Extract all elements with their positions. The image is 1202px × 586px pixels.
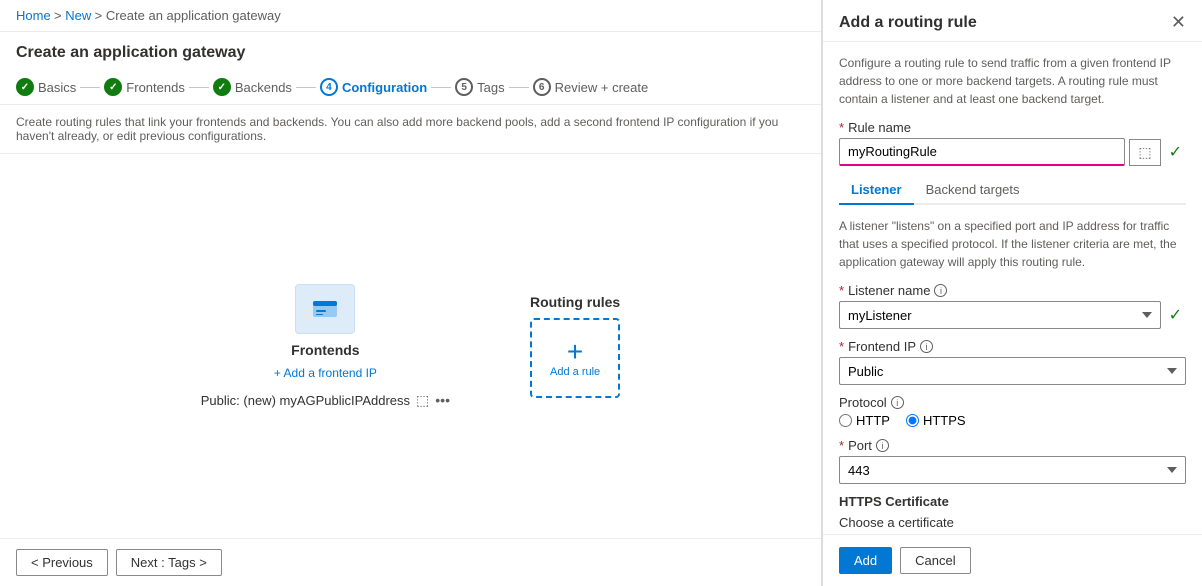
frontend-ip-row: * Frontend IP i Public — [839, 339, 1186, 385]
frontend-item: Public: (new) myAGPublicIPAddress ⬚ ••• — [201, 392, 450, 409]
port-label: Port — [848, 438, 872, 453]
https-cert-title: HTTPS Certificate — [839, 494, 1186, 509]
listener-name-label: Listener name — [848, 283, 930, 298]
steps-bar: ✓ Basics ✓ Frontends ✓ Backends 4 Config… — [0, 70, 821, 105]
protocol-label: Protocol — [839, 395, 887, 410]
listener-name-row: * Listener name i myListener ✓ — [839, 283, 1186, 329]
breadcrumb-home[interactable]: Home — [16, 8, 51, 23]
tabs-row: Listener Backend targets — [839, 176, 1186, 205]
step-review[interactable]: 6 Review + create — [533, 78, 649, 96]
step-backends[interactable]: ✓ Backends — [213, 78, 292, 96]
cancel-button[interactable]: Cancel — [900, 547, 970, 574]
frontend-ip-select[interactable]: Public — [839, 357, 1186, 385]
add-frontend-link[interactable]: + Add a frontend IP — [274, 366, 377, 380]
protocol-http-radio[interactable] — [839, 414, 852, 427]
frontend-ip-label: Frontend IP — [848, 339, 916, 354]
step-frontends[interactable]: ✓ Frontends — [104, 78, 185, 96]
frontends-title: Frontends — [291, 342, 359, 358]
more-icon[interactable]: ••• — [435, 392, 450, 408]
protocol-https-radio[interactable] — [906, 414, 919, 427]
step-tags[interactable]: 5 Tags — [455, 78, 504, 96]
listener-name-info-icon[interactable]: i — [934, 284, 947, 297]
tab-backend-targets[interactable]: Backend targets — [914, 176, 1032, 205]
step-basics[interactable]: ✓ Basics — [16, 78, 76, 96]
frontends-icon — [295, 284, 355, 334]
copy-rule-btn[interactable]: ⬚ — [1129, 139, 1160, 166]
plus-icon: + — [567, 338, 583, 366]
port-info-icon[interactable]: i — [876, 439, 889, 452]
close-button[interactable]: ✕ — [1171, 12, 1186, 33]
choose-cert-label: Choose a certificate — [839, 515, 954, 530]
prev-button[interactable]: < Previous — [16, 549, 108, 576]
frontends-box: Frontends + Add a frontend IP Public: (n… — [201, 284, 450, 409]
port-select[interactable]: 443 — [839, 456, 1186, 484]
panel-desc: Configure a routing rule to send traffic… — [839, 54, 1186, 108]
rule-name-input[interactable] — [839, 138, 1125, 166]
tab-listener[interactable]: Listener — [839, 176, 914, 205]
breadcrumb-page: Create an application gateway — [106, 8, 281, 23]
choose-cert-row: Choose a certificate Upload a certificat… — [839, 515, 1186, 534]
protocol-row: Protocol i HTTP HTTPS — [839, 395, 1186, 428]
frontend-ip-info-icon[interactable]: i — [920, 340, 933, 353]
add-rule-label: Add a rule — [550, 366, 600, 378]
breadcrumb: Home > New > Create an application gatew… — [0, 0, 821, 32]
step-configuration[interactable]: 4 Configuration — [320, 78, 427, 96]
protocol-info-icon[interactable]: i — [891, 396, 904, 409]
panel-title: Add a routing rule — [839, 14, 977, 32]
right-panel: Add a routing rule ✕ Configure a routing… — [822, 0, 1202, 586]
bottom-bar: < Previous Next : Tags > — [0, 538, 821, 586]
canvas: Frontends + Add a frontend IP Public: (n… — [0, 154, 821, 538]
add-button[interactable]: Add — [839, 547, 892, 574]
rule-name-label: Rule name — [848, 120, 911, 135]
routing-rules-title: Routing rules — [530, 294, 620, 310]
listener-name-check: ✓ — [1165, 305, 1186, 325]
page-title: Create an application gateway — [0, 32, 821, 70]
check-rule-btn[interactable]: ✓ — [1165, 142, 1186, 162]
breadcrumb-new[interactable]: New — [65, 8, 91, 23]
listener-name-select[interactable]: myListener — [839, 301, 1161, 329]
panel-footer: Add Cancel — [823, 534, 1202, 586]
info-text: Create routing rules that link your fron… — [0, 105, 821, 154]
rule-name-row: * Rule name ⬚ ✓ — [839, 120, 1186, 166]
panel-body: Configure a routing rule to send traffic… — [823, 42, 1202, 534]
routing-rules-box: Routing rules + Add a rule — [530, 294, 620, 398]
next-button[interactable]: Next : Tags > — [116, 549, 222, 576]
port-row: * Port i 443 — [839, 438, 1186, 484]
panel-header: Add a routing rule ✕ — [823, 0, 1202, 42]
copy-icon[interactable]: ⬚ — [416, 392, 429, 409]
add-rule-box[interactable]: + Add a rule — [530, 318, 620, 398]
listener-desc: A listener "listens" on a specified port… — [839, 217, 1186, 271]
